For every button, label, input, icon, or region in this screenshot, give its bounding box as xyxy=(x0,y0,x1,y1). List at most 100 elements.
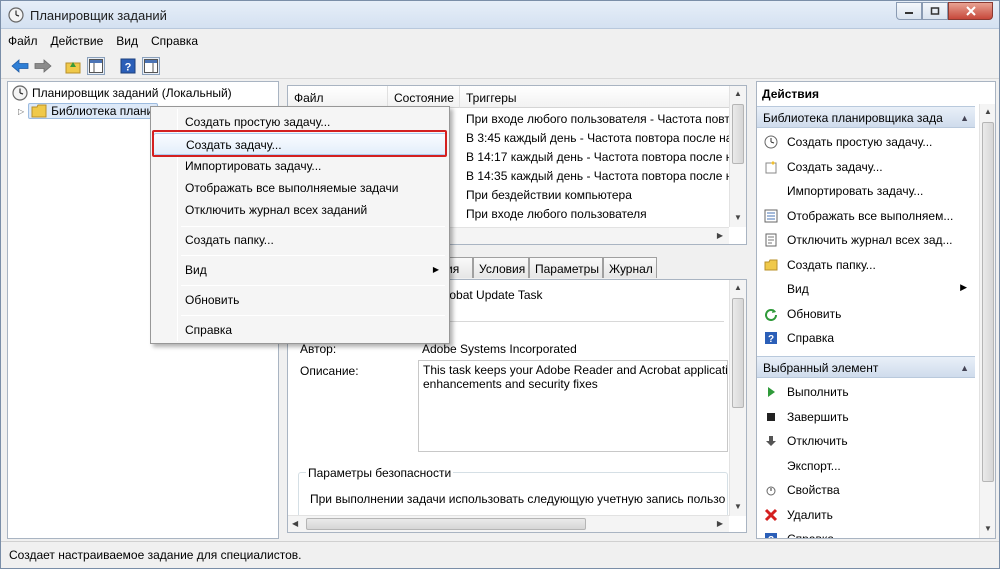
description-line-1: This task keeps your Adobe Reader and Ac… xyxy=(423,363,728,377)
minimize-button[interactable] xyxy=(896,2,922,20)
submenu-arrow-icon: ▶ xyxy=(432,265,439,274)
action-item[interactable]: ? Справка xyxy=(757,527,975,539)
action-item[interactable]: Отображать все выполняем... xyxy=(757,204,975,228)
up-folder-button[interactable] xyxy=(64,57,82,75)
submenu-arrow-icon: ▶ xyxy=(960,282,967,292)
action-item[interactable]: Отключить xyxy=(757,429,975,453)
task-name-field[interactable]: e Acrobat Update Task xyxy=(418,286,724,306)
actions-section-selected-item[interactable]: Выбранный элемент ▲ xyxy=(757,356,975,378)
menu-item-disable-history[interactable]: Отключить журнал всех заданий xyxy=(153,199,447,221)
collapse-icon[interactable]: ▲ xyxy=(960,113,969,123)
status-text: Создает настраиваемое задание для специа… xyxy=(9,548,302,562)
task-trigger: В 3:45 каждый день - Частота повтора пос… xyxy=(466,131,733,145)
tab-settings[interactable]: Параметры xyxy=(529,257,603,278)
action-item-label: Создать папку... xyxy=(787,257,876,272)
task-location-field[interactable] xyxy=(418,308,724,322)
tree-root[interactable]: Планировщик заданий (Локальный) xyxy=(12,84,232,102)
menu-file[interactable]: Файл xyxy=(1,30,44,48)
close-button[interactable] xyxy=(948,2,993,20)
scroll-down-icon[interactable]: ▼ xyxy=(984,524,992,533)
help-button[interactable]: ? xyxy=(119,57,137,75)
scroll-thumb[interactable] xyxy=(732,298,744,408)
details-horizontal-scrollbar[interactable]: ◀ ▶ xyxy=(288,515,729,532)
scroll-left-icon[interactable]: ◀ xyxy=(292,519,298,528)
menu-item-view[interactable]: Вид ▶ xyxy=(153,259,447,281)
action-item[interactable]: Создать папку... xyxy=(757,253,975,277)
action-item[interactable]: Завершить xyxy=(757,405,975,429)
clock-icon xyxy=(12,85,28,101)
folder-icon xyxy=(763,257,779,273)
folder-icon xyxy=(31,104,47,118)
menu-view[interactable]: Вид xyxy=(109,30,144,48)
action-item[interactable]: ? Справка xyxy=(757,326,975,350)
collapse-icon[interactable]: ▲ xyxy=(960,363,969,373)
action-item[interactable]: Отключить журнал всех зад... xyxy=(757,228,975,252)
description-label: Описание: xyxy=(300,364,359,378)
scroll-right-icon[interactable]: ▶ xyxy=(717,519,723,528)
action-item[interactable]: Обновить xyxy=(757,302,975,326)
scroll-down-icon[interactable]: ▼ xyxy=(734,213,742,222)
actions-vertical-scrollbar[interactable]: ▲ ▼ xyxy=(979,104,995,538)
column-header-status[interactable]: Состояние xyxy=(388,86,460,108)
action-item[interactable]: Создать задачу... xyxy=(757,155,975,179)
expand-icon[interactable]: ▷ xyxy=(18,107,24,116)
maximize-button[interactable] xyxy=(922,2,948,20)
action-item[interactable]: Удалить xyxy=(757,503,975,527)
scroll-up-icon[interactable]: ▲ xyxy=(734,89,742,98)
action-item-label: Отключить журнал всех зад... xyxy=(787,233,953,247)
menu-item-import-task[interactable]: Импортировать задачу... xyxy=(153,155,447,177)
title-bar[interactable]: Планировщик заданий xyxy=(1,1,999,29)
menu-item-label: Создать простую задачу... xyxy=(185,115,331,129)
forward-arrow-icon xyxy=(34,59,52,73)
scroll-thumb[interactable] xyxy=(982,122,994,482)
show-hide-tree-button[interactable] xyxy=(87,57,105,75)
scroll-up-icon[interactable]: ▲ xyxy=(984,107,992,116)
task-scheduler-window: Планировщик заданий Файл Действие Вид Справ… xyxy=(0,0,1000,569)
blank-icon xyxy=(763,183,779,199)
security-group-title: Параметры безопасности xyxy=(306,466,454,480)
action-item-label: Обновить xyxy=(787,306,842,321)
scroll-right-icon[interactable]: ▶ xyxy=(717,231,723,240)
tab-history[interactable]: Журнал xyxy=(603,257,657,278)
forward-button[interactable] xyxy=(34,57,52,75)
action-item[interactable]: Выполнить xyxy=(757,380,975,404)
description-field[interactable]: This task keeps your Adobe Reader and Ac… xyxy=(418,360,728,452)
task-trigger: В 14:35 каждый день - Частота повтора по… xyxy=(466,169,740,183)
scroll-thumb[interactable] xyxy=(732,104,744,164)
close-icon xyxy=(965,6,976,16)
menu-action[interactable]: Действие xyxy=(44,30,110,48)
show-hide-action-pane-button[interactable] xyxy=(142,57,160,75)
actions-section-library[interactable]: Библиотека планировщика зада ▲ xyxy=(757,106,975,128)
action-item[interactable]: Свойства xyxy=(757,478,975,502)
author-label: Автор: xyxy=(300,342,337,356)
action-item-label: Справка xyxy=(787,532,835,539)
action-item[interactable]: Импортировать задачу... xyxy=(757,179,975,203)
menu-item-new-folder[interactable]: Создать папку... xyxy=(153,229,447,251)
column-header-file[interactable]: Файл xyxy=(288,86,388,108)
action-item[interactable]: Создать простую задачу... xyxy=(757,130,975,154)
new-task-icon xyxy=(763,159,779,175)
back-button[interactable] xyxy=(11,57,29,75)
details-vertical-scrollbar[interactable]: ▲ ▼ xyxy=(729,280,746,516)
action-item[interactable]: Вид ▶ xyxy=(757,277,975,301)
actions-section-selected-label: Выбранный элемент xyxy=(763,361,879,375)
task-list-vertical-scrollbar[interactable]: ▲ ▼ xyxy=(729,86,746,227)
menu-item-help[interactable]: Справка xyxy=(153,319,447,341)
task-trigger: При входе любого пользователя xyxy=(466,207,647,221)
tree-root-label: Планировщик заданий (Локальный) xyxy=(32,86,232,100)
menu-separator xyxy=(181,315,445,316)
action-item-label: Создать задачу... xyxy=(787,159,883,174)
menu-item-label: Создать папку... xyxy=(185,233,274,247)
menu-help[interactable]: Справка xyxy=(144,30,204,48)
menu-item-label: Отображать все выполняемые задачи xyxy=(185,181,399,195)
scroll-up-icon[interactable]: ▲ xyxy=(734,283,742,292)
scroll-thumb[interactable] xyxy=(306,518,586,530)
tree-item-library[interactable]: ▷ Библиотека плани xyxy=(18,102,159,120)
menu-item-display-running-tasks[interactable]: Отображать все выполняемые задачи xyxy=(153,177,447,199)
action-item[interactable]: Экспорт... xyxy=(757,454,975,478)
status-bar: Создает настраиваемое задание для специа… xyxy=(1,541,999,568)
tab-conditions[interactable]: Условия xyxy=(473,257,529,278)
menu-item-refresh[interactable]: Обновить xyxy=(153,289,447,311)
scroll-down-icon[interactable]: ▼ xyxy=(734,502,742,511)
column-header-triggers[interactable]: Триггеры xyxy=(460,86,730,108)
